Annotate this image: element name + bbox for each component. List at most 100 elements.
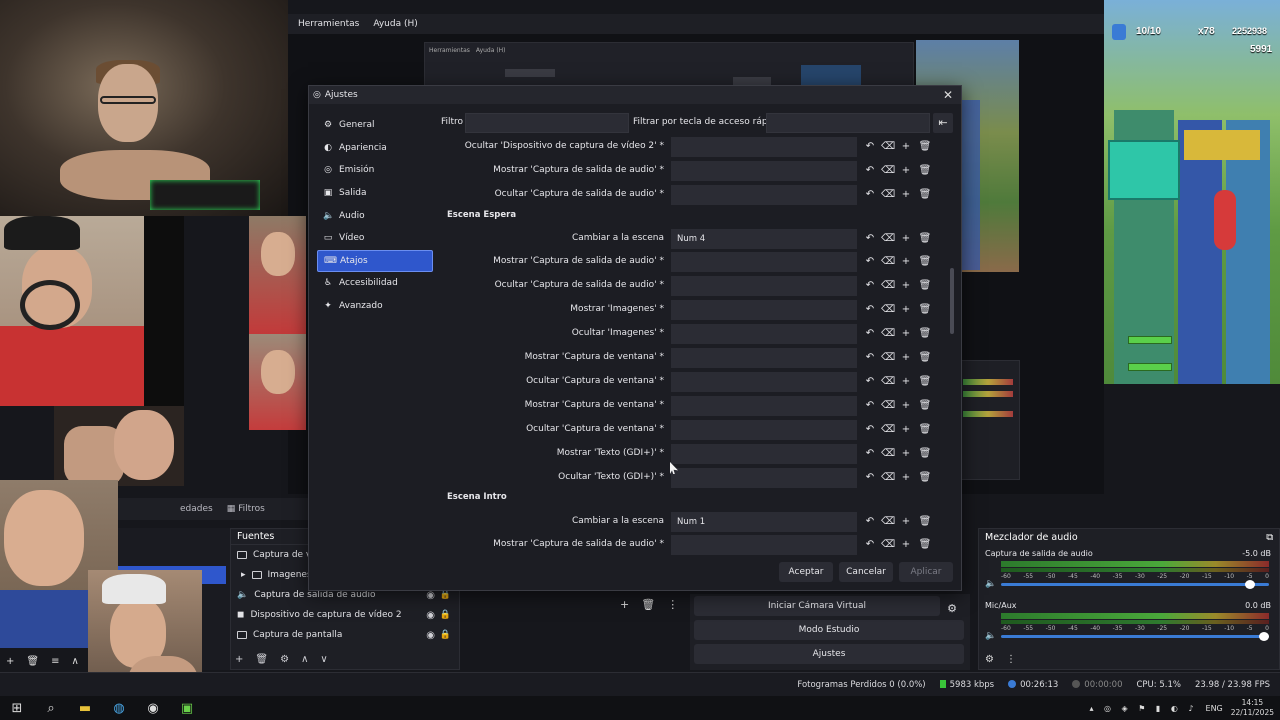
add-icon[interactable]: +	[899, 537, 913, 553]
add-icon[interactable]: +	[899, 254, 913, 270]
scrollbar[interactable]	[949, 136, 955, 556]
nav-item-apariencia[interactable]: ◐ Apariencia	[317, 137, 433, 160]
browser-icon[interactable]: ◍	[102, 696, 136, 720]
apply-button[interactable]: Aplicar	[899, 562, 953, 582]
revert-icon[interactable]: ↶	[863, 422, 877, 438]
clear-icon[interactable]: ⌫	[881, 446, 895, 462]
clear-icon[interactable]: ⌫	[881, 326, 895, 342]
hotkey-field[interactable]	[671, 161, 857, 181]
clear-icon[interactable]: ⌫	[881, 187, 895, 203]
revert-icon[interactable]: ↶	[863, 514, 877, 530]
nav-item-accesibilidad[interactable]: ♿ Accesibilidad	[317, 272, 433, 295]
slider-knob[interactable]	[1245, 580, 1255, 589]
add-icon[interactable]: +	[620, 598, 629, 611]
clear-icon[interactable]: ⌫	[881, 302, 895, 318]
trash-icon[interactable]: 🗑	[918, 446, 932, 462]
obs-icon[interactable]: ◉	[136, 696, 170, 720]
trash-icon[interactable]: 🗑	[918, 350, 932, 366]
hotkey-field[interactable]	[671, 396, 857, 416]
trash-icon[interactable]: 🗑	[255, 654, 268, 665]
speaker-icon[interactable]: 🔈	[985, 631, 996, 641]
accept-button[interactable]: Aceptar	[779, 562, 833, 582]
add-icon[interactable]: +	[899, 326, 913, 342]
trash-icon[interactable]: 🗑	[918, 398, 932, 414]
clear-icon[interactable]: ⌫	[881, 374, 895, 390]
trash-icon[interactable]: 🗑	[26, 656, 39, 667]
revert-icon[interactable]: ↶	[863, 231, 877, 247]
close-icon[interactable]: ✕	[941, 88, 955, 102]
undock-icon[interactable]: ⧉	[1266, 532, 1273, 543]
add-icon[interactable]: +	[899, 446, 913, 462]
hotkey-filter-input[interactable]	[766, 113, 930, 133]
add-icon[interactable]: +	[899, 139, 913, 155]
add-icon[interactable]: +	[899, 163, 913, 179]
clear-icon[interactable]: ⌫	[881, 139, 895, 155]
hotkey-field[interactable]: Num 1	[671, 512, 857, 532]
arrow-down-icon[interactable]: ∨	[320, 654, 327, 665]
clear-icon[interactable]: ⌫	[881, 514, 895, 530]
more-icon[interactable]: ⋮	[1006, 654, 1016, 665]
clear-icon[interactable]: ⌫	[881, 254, 895, 270]
virtual-camera-button[interactable]: Iniciar Cámara Virtual	[694, 596, 940, 616]
add-icon[interactable]: +	[899, 374, 913, 390]
filter-input[interactable]	[465, 113, 629, 133]
trash-icon[interactable]: 🗑	[918, 231, 932, 247]
trash-icon[interactable]: 🗑	[918, 254, 932, 270]
revert-icon[interactable]: ↶	[863, 398, 877, 414]
trash-icon[interactable]: 🗑	[918, 470, 932, 486]
nav-item-emision[interactable]: ◎ Emisión	[317, 159, 433, 182]
revert-icon[interactable]: ↶	[863, 302, 877, 318]
clear-icon[interactable]: ⌫	[881, 231, 895, 247]
trash-icon[interactable]: 🗑	[918, 374, 932, 390]
hotkey-field[interactable]	[671, 348, 857, 368]
filter-icon[interactable]: ≡	[51, 656, 59, 667]
lock-icon[interactable]: 🔒	[440, 630, 451, 640]
arrow-up-icon[interactable]: ∧	[71, 656, 78, 667]
add-icon[interactable]: +	[899, 231, 913, 247]
lock-icon[interactable]: 🔒	[440, 610, 451, 620]
more-icon[interactable]: ⋮	[667, 598, 678, 611]
windows-start-icon[interactable]: ⊞	[0, 696, 34, 720]
clock[interactable]: 14:15 22/11/2025	[1231, 698, 1274, 718]
revert-icon[interactable]: ↶	[863, 350, 877, 366]
gear-icon[interactable]: ⚙	[280, 654, 289, 665]
add-icon[interactable]: +	[899, 278, 913, 294]
add-icon[interactable]: +	[235, 654, 243, 665]
eye-icon[interactable]: ◉	[426, 590, 435, 601]
hotkey-field[interactable]	[671, 137, 857, 157]
slider-knob[interactable]	[1259, 632, 1269, 641]
hotkey-field[interactable]: Num 4	[671, 229, 857, 249]
clear-filter-icon[interactable]: ⇤	[933, 113, 953, 133]
link-icon[interactable]: ⚙	[985, 654, 994, 665]
lock-icon[interactable]: 🔒	[440, 590, 451, 600]
source-item[interactable]: ◼ Dispositivo de captura de vídeo 2 ◉ 🔒	[231, 605, 459, 625]
nav-item-audio[interactable]: 🔈 Audio	[317, 204, 433, 227]
search-icon[interactable]: ⌕	[34, 696, 68, 720]
trash-icon[interactable]: 🗑	[918, 537, 932, 553]
settings-button[interactable]: Ajustes	[694, 644, 964, 664]
hotkey-field[interactable]	[671, 372, 857, 392]
nav-item-video[interactable]: ▭ Vídeo	[317, 227, 433, 250]
revert-icon[interactable]: ↶	[863, 163, 877, 179]
trash-icon[interactable]: 🗑	[918, 326, 932, 342]
add-icon[interactable]: +	[6, 656, 14, 667]
trash-icon[interactable]: 🗑	[918, 422, 932, 438]
filters-tab[interactable]: ▦ Filtros	[227, 504, 265, 514]
revert-icon[interactable]: ↶	[863, 187, 877, 203]
tray-icons[interactable]: ▴ ◎ ◈ ⚑ ▮ ◐ ♪	[1089, 704, 1197, 713]
language-indicator[interactable]: ENG	[1206, 704, 1223, 713]
dialog-titlebar[interactable]: ◎ Ajustes ✕	[309, 86, 961, 104]
cancel-button[interactable]: Cancelar	[839, 562, 893, 582]
menu-ayuda[interactable]: Ayuda (H)	[373, 19, 417, 29]
trash-icon[interactable]: 🗑	[918, 139, 932, 155]
app-icon[interactable]: ▣	[170, 696, 204, 720]
add-icon[interactable]: +	[899, 398, 913, 414]
hotkey-field[interactable]	[671, 276, 857, 296]
clear-icon[interactable]: ⌫	[881, 163, 895, 179]
hotkey-field[interactable]	[671, 252, 857, 272]
hotkey-field[interactable]	[671, 185, 857, 205]
clear-icon[interactable]: ⌫	[881, 422, 895, 438]
eye-icon[interactable]: ◉	[426, 610, 435, 621]
revert-icon[interactable]: ↶	[863, 446, 877, 462]
gear-icon[interactable]: ⚙	[942, 598, 962, 618]
